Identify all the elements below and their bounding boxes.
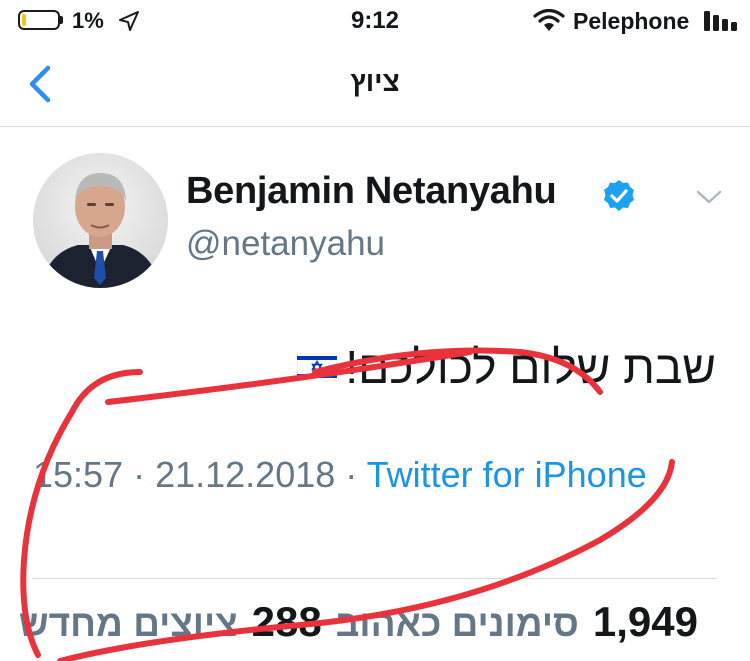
user-handle[interactable]: @netanyahu [186, 224, 385, 264]
tweet-stats: 1,949 סימונים כאהוב 288 ציוצים מחדש [19, 598, 698, 646]
likes-count[interactable]: 1,949 [593, 598, 698, 646]
meta-separator: · [123, 454, 156, 495]
verified-badge-icon [604, 180, 634, 211]
tweet-source-link[interactable]: Twitter for iPhone [367, 454, 647, 495]
carrier-name: Pelephone [573, 8, 690, 34]
israel-flag-icon [297, 353, 338, 381]
profile-photo [33, 153, 168, 288]
tweet-time: 15:57 [33, 454, 124, 495]
likes-label[interactable]: סימונים כאהוב [336, 603, 579, 645]
wifi-icon [533, 9, 565, 31]
divider [33, 578, 717, 579]
retweets-count[interactable]: 288 [252, 598, 322, 646]
navigation-bar: ציוץ [0, 42, 750, 127]
retweets-label[interactable]: ציוצים מחדש [19, 603, 238, 645]
tweet-date: 21.12.2018 [155, 454, 336, 495]
tweet-text: שבת שלום לכולכם! [297, 340, 716, 394]
chevron-down-icon[interactable] [694, 186, 724, 208]
tweet-text-content: שבת שלום לכולכם! [345, 341, 716, 393]
signal-strength-icon [704, 11, 737, 31]
display-name[interactable]: Benjamin Netanyahu [186, 170, 557, 213]
meta-separator: · [335, 454, 367, 495]
tweet-metadata: 15:57 · 21.12.2018 · Twitter for iPhone [33, 448, 723, 502]
page-title: ציוץ [350, 66, 400, 97]
status-bar: 1% 9:12 Pelephone [0, 0, 750, 42]
avatar[interactable] [33, 153, 168, 288]
